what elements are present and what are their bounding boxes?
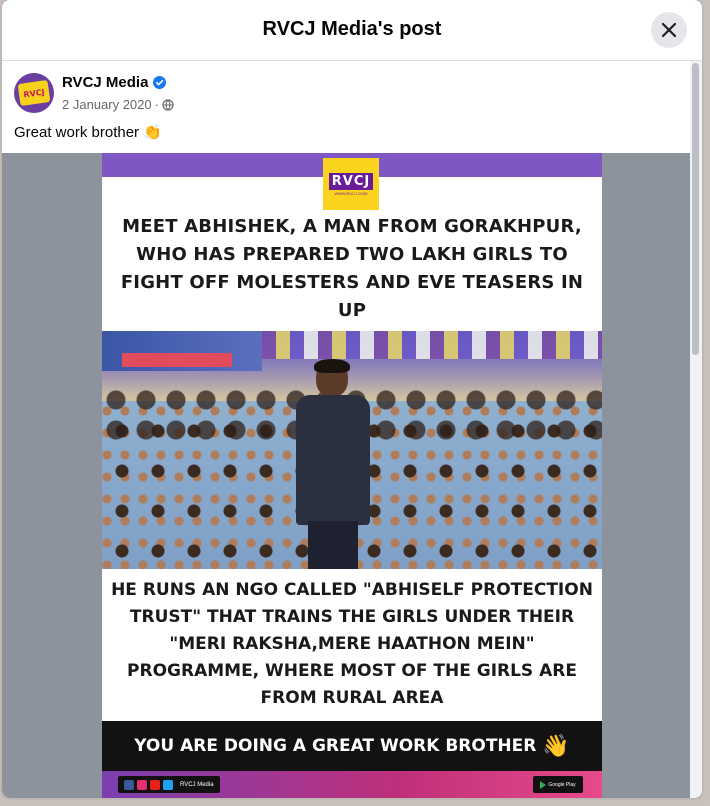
logo-subtext: WWW.RVCJ.COM bbox=[334, 190, 368, 196]
media-area: RVCJ WWW.RVCJ.COM MEET ABHISHEK, A MAN F… bbox=[2, 153, 690, 798]
image-headline: MEET ABHISHEK, A MAN FROM GORAKHPUR, WHO… bbox=[120, 216, 584, 321]
photo-banner-red bbox=[122, 353, 232, 367]
instagram-icon bbox=[137, 779, 147, 790]
youtube-icon bbox=[150, 779, 160, 790]
man-body bbox=[296, 395, 370, 525]
avatar[interactable]: RVCJ bbox=[14, 73, 54, 113]
post-header: RVCJ RVCJ Media 2 January 2020 · Great w… bbox=[2, 61, 690, 153]
image-photo bbox=[102, 331, 602, 569]
man-hair bbox=[314, 359, 350, 373]
post-dialog: RVCJ Media's post RVCJ RVCJ Media 2 Janu… bbox=[2, 0, 702, 798]
image-body-text: HE RUNS AN NGO CALLED "ABHISELF PROTECTI… bbox=[111, 580, 593, 708]
waving-hand-icon: 👋 bbox=[542, 733, 570, 759]
man-legs bbox=[308, 521, 358, 569]
dialog-title: RVCJ Media's post bbox=[262, 18, 442, 40]
photo-man bbox=[292, 359, 374, 569]
image-footer-bar: RVCJ Media Google Play bbox=[102, 771, 602, 798]
verified-badge-icon bbox=[153, 76, 167, 89]
photo-bunting bbox=[262, 331, 602, 359]
twitter-icon bbox=[163, 779, 173, 790]
facebook-icon bbox=[124, 779, 134, 790]
post-date[interactable]: 2 January 2020 bbox=[62, 97, 152, 112]
social-icons: RVCJ Media bbox=[118, 776, 220, 793]
close-button[interactable] bbox=[651, 12, 687, 48]
scrollbar-thumb[interactable] bbox=[692, 63, 699, 355]
meta-separator: · bbox=[154, 97, 159, 112]
author-block: RVCJ Media bbox=[62, 74, 167, 91]
image-tagline: YOU ARE DOING A GREAT WORK BROTHER bbox=[134, 736, 537, 756]
post-scroll-area[interactable]: RVCJ RVCJ Media 2 January 2020 · Great w… bbox=[2, 61, 702, 798]
clapping-hands-icon: 👏 bbox=[143, 124, 162, 141]
post-caption: Great work brother 👏 bbox=[14, 123, 162, 142]
image-tagline-bar: YOU ARE DOING A GREAT WORK BROTHER 👋 bbox=[102, 721, 602, 771]
author-name[interactable]: RVCJ Media bbox=[62, 74, 148, 91]
google-play-badge: Google Play bbox=[533, 776, 583, 793]
globe-icon[interactable] bbox=[162, 98, 174, 111]
post-meta: 2 January 2020 · bbox=[62, 97, 174, 112]
avatar-logo: RVCJ bbox=[17, 80, 51, 106]
logo-text: RVCJ bbox=[328, 172, 374, 190]
google-play-label: Google Play bbox=[548, 781, 576, 788]
footer-handle: RVCJ Media bbox=[180, 781, 214, 788]
google-play-icon bbox=[540, 780, 547, 789]
rvcj-logo: RVCJ WWW.RVCJ.COM bbox=[323, 158, 379, 210]
close-icon bbox=[661, 22, 677, 38]
caption-text: Great work brother bbox=[14, 123, 140, 141]
dialog-header: RVCJ Media's post bbox=[2, 0, 702, 61]
post-image[interactable]: RVCJ WWW.RVCJ.COM MEET ABHISHEK, A MAN F… bbox=[102, 153, 602, 798]
